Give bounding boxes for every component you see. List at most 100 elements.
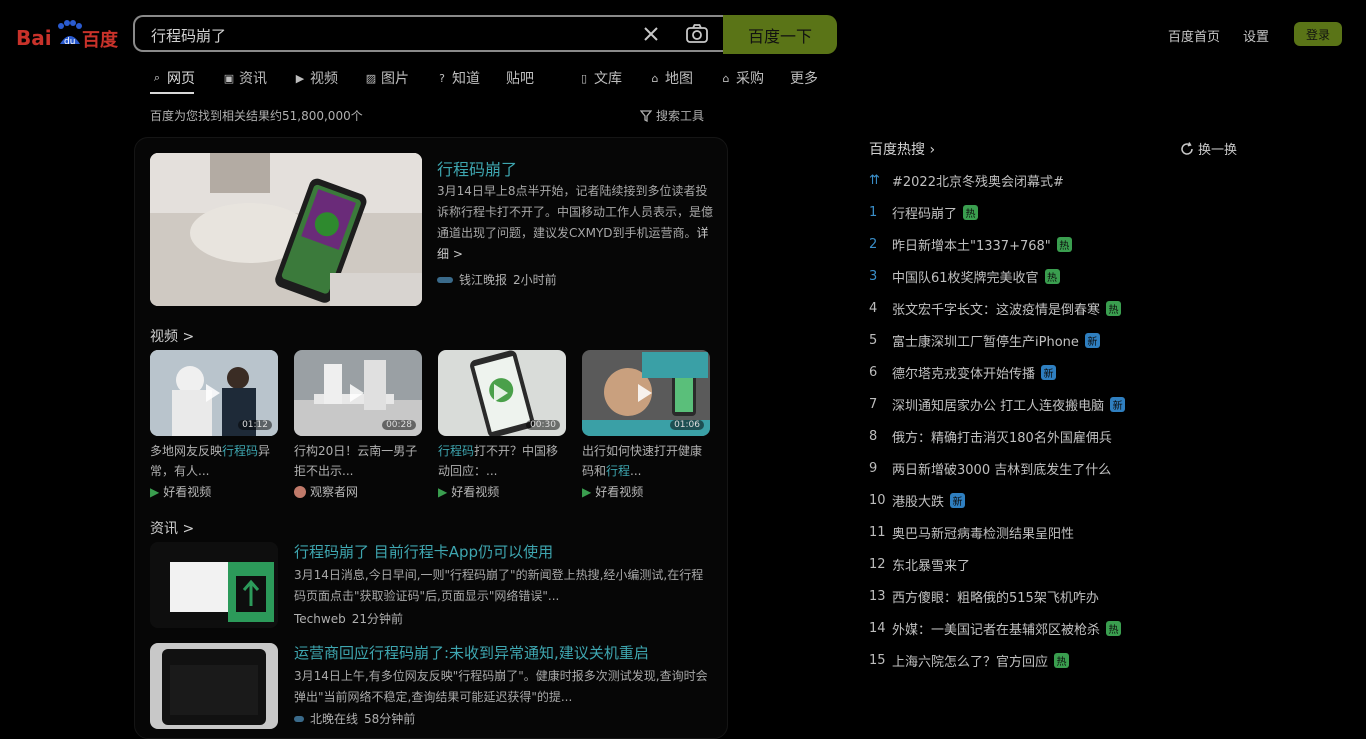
hot-search-item[interactable]: 6 德尔塔克戎变体开始传播新 — [869, 363, 1057, 382]
video-source: ▶ 好看视频 — [438, 484, 500, 500]
hot-search-item[interactable]: 7 深圳通知居家办公 打工人连夜搬电脑新 — [869, 395, 1126, 414]
news-title-link[interactable]: 行程码崩了 目前行程卡App仍可以使用 — [294, 541, 553, 562]
news-thumbnail[interactable] — [150, 643, 278, 729]
guancha-logo-icon — [294, 485, 306, 498]
camera-icon[interactable] — [686, 24, 708, 48]
hot-search-item[interactable]: ⇈ #2022北京冬残奥会闭幕式# — [869, 171, 1064, 190]
video-section-title[interactable]: 视频 > — [150, 326, 194, 346]
hot-rank-number: 13 — [869, 589, 886, 604]
news-abstract: 3月14日上午,有多位网友反映"行程码崩了"。健康时报多次测试发现,查询时会弹出… — [294, 669, 708, 704]
hot-search-item[interactable]: 2 昨日新增本土"1337+768" 热 — [869, 235, 1072, 254]
tab-purchase[interactable]: ⌂ 采购 — [719, 68, 790, 88]
hot-search-item[interactable]: 14 外媒：一美国记者在基辅郊区被枪杀热 — [869, 619, 1122, 638]
baidu-home-link[interactable]: 百度首页 — [1168, 26, 1220, 45]
document-icon: ▯ — [580, 71, 588, 85]
hot-search-item[interactable]: 1 行程码崩了热 — [869, 203, 979, 222]
hot-rank-number: 12 — [869, 557, 886, 572]
hot-rank-number: 4 — [869, 301, 878, 316]
tab-more[interactable]: 更多 — [790, 68, 818, 88]
tab-zhidao[interactable]: ? 知道 — [435, 68, 506, 88]
hot-search-item[interactable]: 5 富士康深圳工厂暂停生产iPhone 新 — [869, 331, 1100, 350]
search-tools-button[interactable]: 搜索工具 — [640, 107, 704, 124]
hot-search-item[interactable]: 12 东北暴雪来了 — [869, 555, 970, 574]
lead-image[interactable] — [150, 153, 422, 306]
video-thumbnail[interactable]: 00:30 — [438, 350, 566, 436]
refresh-icon — [1181, 141, 1193, 155]
video-source: 观察者网 — [294, 483, 358, 500]
hot-search-item[interactable]: 3 中国队61枚奖牌完美收官热 — [869, 267, 1060, 286]
search-icon: ⌕ — [153, 71, 161, 84]
question-icon: ? — [439, 71, 445, 85]
video-title-link[interactable]: 多地网友反映行程码异常，有人... — [150, 441, 278, 481]
haokan-logo-icon: ▶ — [582, 484, 592, 499]
tab-tieba[interactable]: 贴吧 — [506, 68, 577, 88]
hot-search-item[interactable]: 15 上海六院怎么了？官方回应热 — [869, 651, 1070, 670]
refresh-button[interactable]: 换一换 — [1180, 139, 1237, 158]
news-section-title[interactable]: 资讯 > — [150, 518, 194, 538]
new-badge: 新 — [950, 493, 966, 508]
hot-search-item[interactable]: 10 港股大跌新 — [869, 491, 966, 510]
hot-search-item[interactable]: 13 西方傻眼：粗略俄的515架飞机咋办 — [869, 587, 1099, 606]
hot-rank-number: 11 — [869, 525, 886, 540]
hot-search-item[interactable]: 11 奥巴马新冠病毒检测结果呈阳性 — [869, 523, 1074, 542]
hot-item-text: 深圳通知居家办公 打工人连夜搬电脑 — [892, 399, 1105, 414]
tab-news[interactable]: ▣ 资讯 — [222, 68, 293, 88]
hot-badge: 热 — [1056, 237, 1072, 252]
tab-map[interactable]: ⌂ 地图 — [648, 68, 719, 88]
new-badge: 新 — [1110, 397, 1126, 412]
settings-link[interactable]: 设置 — [1243, 26, 1269, 45]
video-thumbnail[interactable]: 01:12 — [150, 350, 278, 436]
hot-item-text: 俄方：精确打击消灭180名外国雇佣兵 — [892, 431, 1112, 446]
search-input[interactable] — [149, 24, 633, 46]
hot-badge: 热 — [1106, 621, 1122, 636]
tab-images[interactable]: ▨ 图片 — [364, 68, 435, 88]
video-source: ▶ 好看视频 — [150, 484, 212, 500]
hot-rank-number: 9 — [869, 461, 878, 476]
news-title-link[interactable]: 运营商回应行程码崩了:未收到异常通知,建议关机重启 — [294, 642, 649, 663]
haokan-logo-icon: ▶ — [150, 484, 160, 499]
svg-text:du: du — [64, 37, 75, 47]
hot-item-text: 张文宏千字长文：这波疫情是倒春寒 — [892, 303, 1101, 318]
source-logo-icon — [294, 715, 304, 722]
video-thumbnail[interactable]: 00:28 — [294, 350, 422, 436]
new-badge: 新 — [1041, 365, 1057, 380]
login-button[interactable]: 登录 — [1294, 22, 1342, 46]
hot-rank-number: 8 — [869, 429, 878, 444]
search-button[interactable]: 百度一下 — [723, 15, 837, 54]
baidu-logo[interactable]: Bai du 百度 — [16, 18, 120, 52]
video-thumbnail[interactable]: 01:06 — [582, 350, 710, 436]
tab-video[interactable]: ▶ 视频 — [293, 68, 364, 88]
news-thumbnail[interactable] — [150, 542, 278, 628]
result-count: 百度为您找到相关结果约51,800,000个 — [150, 109, 363, 123]
hot-item-text: 奥巴马新冠病毒检测结果呈阳性 — [892, 527, 1075, 542]
news-source: 北晚在线 58分钟前 — [294, 710, 415, 727]
news-source: Techweb 21分钟前 — [294, 611, 403, 627]
hot-badge: 热 — [1044, 269, 1060, 284]
hot-search-title[interactable]: 百度热搜 › — [869, 139, 935, 159]
hot-search-item[interactable]: 4 张文宏千字长文：这波疫情是倒春寒热 — [869, 299, 1122, 318]
search-tabs: ⌕ 网页 ▣ 资讯 ▶ 视频 ▨ 图片 ? 知道 贴吧 ▯ 文库 ⌂ 地图 ⌂ 采购 更多 — [150, 68, 818, 88]
shopping-icon: ⌂ — [722, 71, 730, 85]
hot-rank-number: 2 — [869, 237, 878, 252]
map-pin-icon: ⌂ — [651, 71, 659, 85]
tab-webpage[interactable]: ⌕ 网页 — [150, 68, 222, 88]
hot-item-text: 港股大跌 — [892, 495, 945, 510]
tab-wenku[interactable]: ▯ 文库 — [577, 68, 648, 88]
close-icon[interactable] — [642, 25, 660, 47]
hot-search-item[interactable]: 9 两日新增破3000 吉林到底发生了什么 — [869, 459, 1111, 478]
hot-rank-number: 1 — [869, 205, 878, 220]
lead-title-link[interactable]: 行程码崩了 — [437, 156, 517, 180]
video-title-link[interactable]: 行构20日！云南一男子拒不出示... — [294, 441, 422, 481]
svg-text:百度: 百度 — [82, 29, 119, 51]
hot-search-item[interactable]: 8 俄方：精确打击消灭180名外国雇佣兵 — [869, 427, 1112, 446]
news-abstract: 3月14日消息,今日早间,一则"行程码崩了"的新闻登上热搜,经小编测试,在行程码… — [294, 568, 704, 603]
hot-item-text: 行程码崩了 — [892, 207, 958, 222]
hot-rank-number: 14 — [869, 621, 886, 636]
hot-rank-number: 3 — [869, 269, 878, 284]
video-title-link[interactable]: 行程码打不开？中国移动回应：... — [438, 441, 566, 481]
hot-item-text: 德尔塔克戎变体开始传播 — [892, 367, 1036, 382]
hot-item-text: 东北暴雪来了 — [892, 559, 971, 574]
filter-icon — [640, 109, 652, 122]
video-title-link[interactable]: 出行如何快速打开健康码和行程... — [582, 441, 710, 481]
video-icon: ▶ — [295, 71, 305, 85]
